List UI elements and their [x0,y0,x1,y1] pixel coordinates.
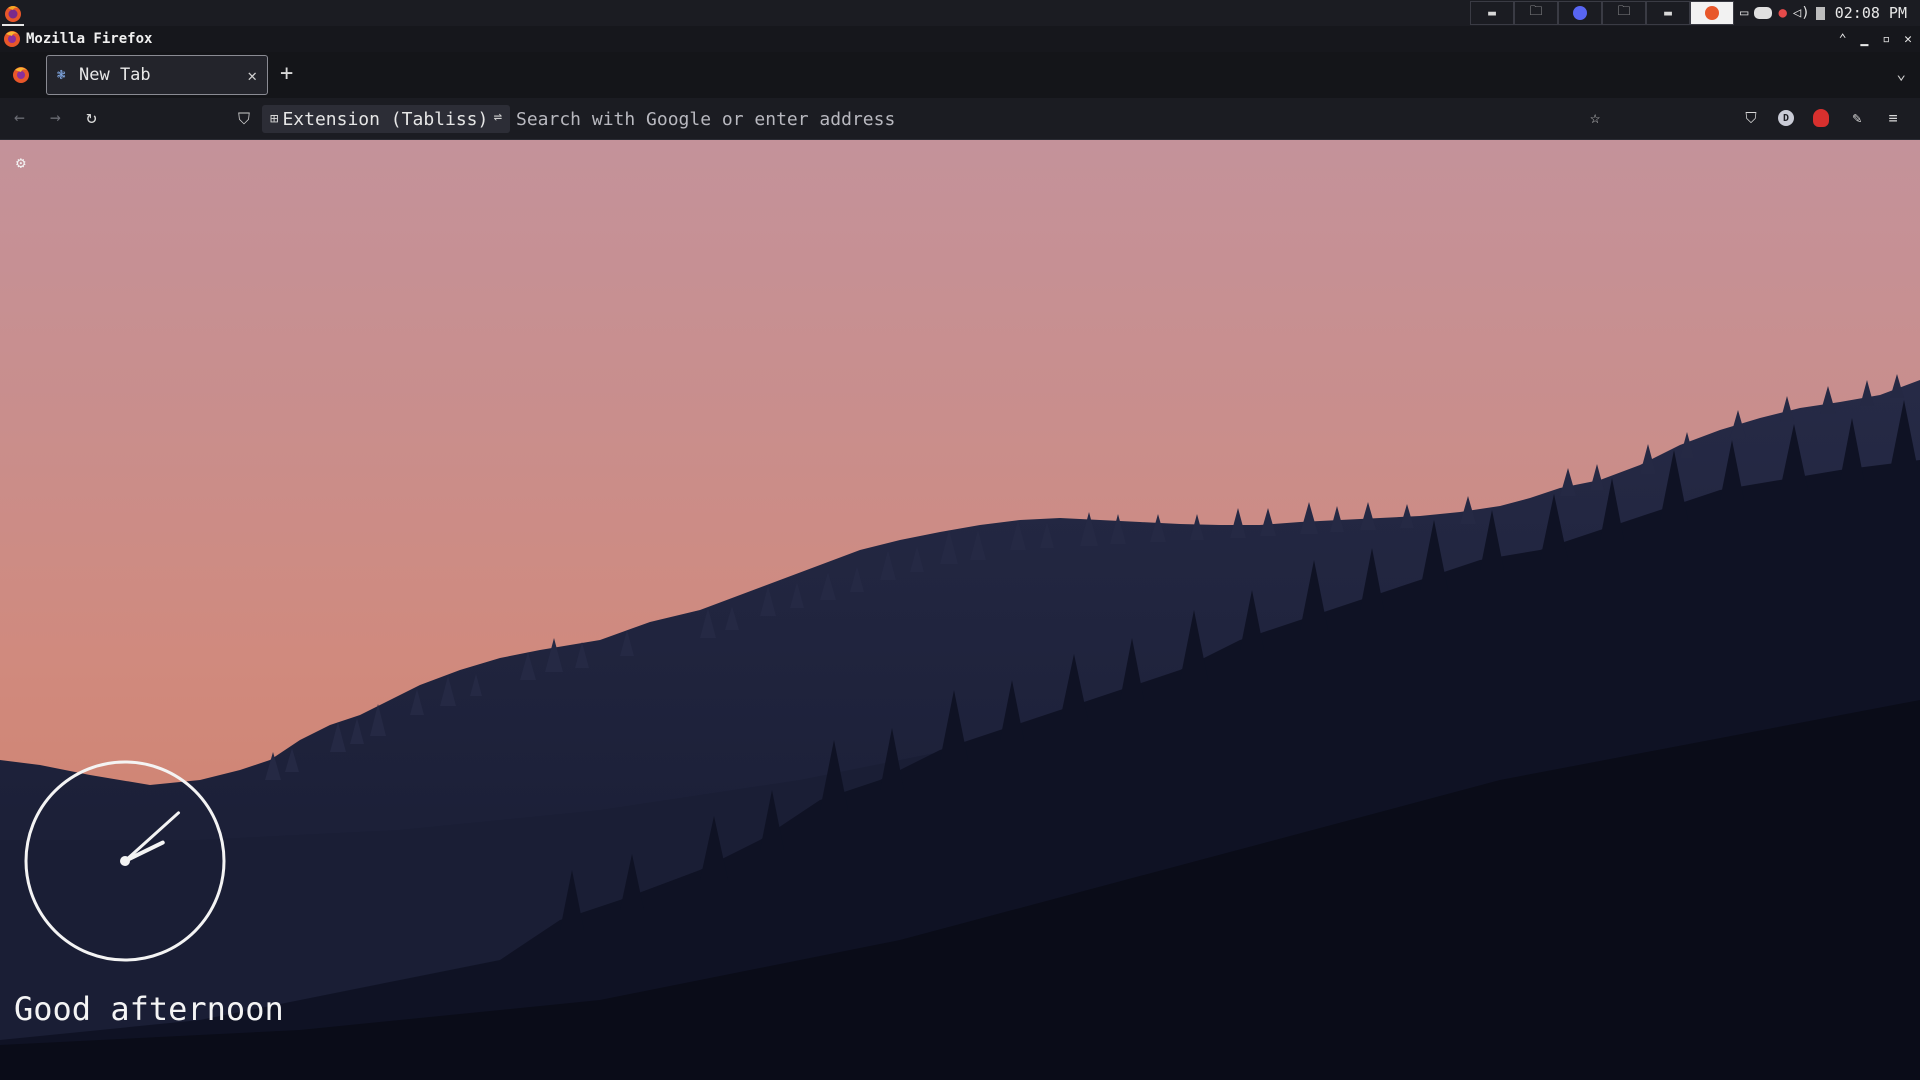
firefox-launcher-icon[interactable] [2,2,24,24]
extension-d-icon[interactable]: D [1778,110,1794,126]
tab-label: New Tab [79,65,151,85]
newtab-page: ⚙ Good afternoon [0,140,1920,1080]
analog-clock [24,760,226,962]
window-shade-button[interactable]: ⌃ [1839,32,1847,47]
discord-tray-icon[interactable] [1754,7,1773,19]
window-controls: ⌃ ▁ ▫ ✕ [1839,26,1912,52]
screen-icon[interactable]: ▭ [1740,5,1748,21]
pocket-icon[interactable]: ⛉ [1742,108,1760,128]
forward-button[interactable]: → [50,108,61,128]
bookmark-star-icon[interactable]: ☆ [1590,108,1600,128]
taskbar-window-5[interactable]: ▬ [1646,1,1690,25]
identity-label: Extension (Tabliss) [282,108,489,130]
back-button[interactable]: ← [14,108,25,128]
firefox-window-icon [4,31,20,47]
window-title: Mozilla Firefox [26,31,153,47]
tab-new-tab[interactable]: ❃ New Tab ✕ [46,55,268,95]
tabliss-icon: ❃ [57,67,66,83]
address-input[interactable] [516,107,1516,131]
tab-strip: ❃ New Tab ✕ + ⌄ [0,52,1920,98]
taskbar-folder-window-2[interactable]: 🗀 [1602,1,1646,25]
app-menu-button[interactable]: ≡ [1884,108,1902,128]
list-all-tabs-button[interactable]: ⌄ [1896,64,1906,83]
identity-box[interactable]: ⊞ Extension (Tabliss) ⇌ [262,105,510,133]
taskbar-buttons: ▬ 🗀 🗀 ▬ [1470,1,1734,25]
window-title-bar: Mozilla Firefox ⌃ ▁ ▫ ✕ [0,26,1920,52]
reload-button[interactable]: ↻ [86,108,97,128]
permissions-icon[interactable]: ⇌ [494,109,502,125]
volume-icon[interactable]: ◁) [1793,5,1810,21]
settings-gear-icon[interactable]: ⚙ [16,154,34,172]
firefox-view-icon[interactable] [10,64,32,86]
system-clock[interactable]: 02:08 PM [1835,4,1907,22]
clock-center-pin [120,856,130,866]
navigation-toolbar: ← → ↻ ⛉ ⊞ Extension (Tabliss) ⇌ ☆ ⛉ D ✎ … [0,98,1920,140]
window-maximize-button[interactable]: ▫ [1882,32,1890,47]
extension-puzzle-icon: ⊞ [270,111,279,127]
greeting-text: Good afternoon [14,990,284,1028]
window-close-button[interactable]: ✕ [1904,32,1912,47]
system-tray: ▭ ● ◁) 02:08 PM [1740,0,1907,26]
toolbar-extensions: ⛉ D ✎ ≡ [1742,108,1902,128]
taskbar-discord-window[interactable] [1558,1,1602,25]
tab-close-icon[interactable]: ✕ [247,66,257,85]
ublock-hand-icon[interactable] [1812,108,1830,128]
new-tab-button[interactable]: + [280,62,293,86]
url-bar[interactable]: ⛉ ⊞ Extension (Tabliss) ⇌ [232,103,1602,135]
system-top-bar: ▬ 🗀 🗀 ▬ ▭ ● ◁) 02:08 PM [0,0,1920,26]
wallpaper-landscape [0,374,1920,1080]
pen-tool-icon[interactable]: ✎ [1848,108,1866,128]
taskbar-firefox-window[interactable] [1690,1,1734,25]
microphone-icon[interactable]: ● [1778,5,1786,21]
tracking-protection-shield-icon[interactable]: ⛉ [238,109,256,129]
taskbar-folder-window[interactable]: 🗀 [1514,1,1558,25]
taskbar-window-1[interactable]: ▬ [1470,1,1514,25]
discord-icon [1573,6,1587,20]
clock-minute-hand [123,811,181,863]
firefox-icon [1705,6,1719,20]
window-minimize-button[interactable]: ▁ [1861,32,1869,47]
battery-icon [1815,6,1825,20]
